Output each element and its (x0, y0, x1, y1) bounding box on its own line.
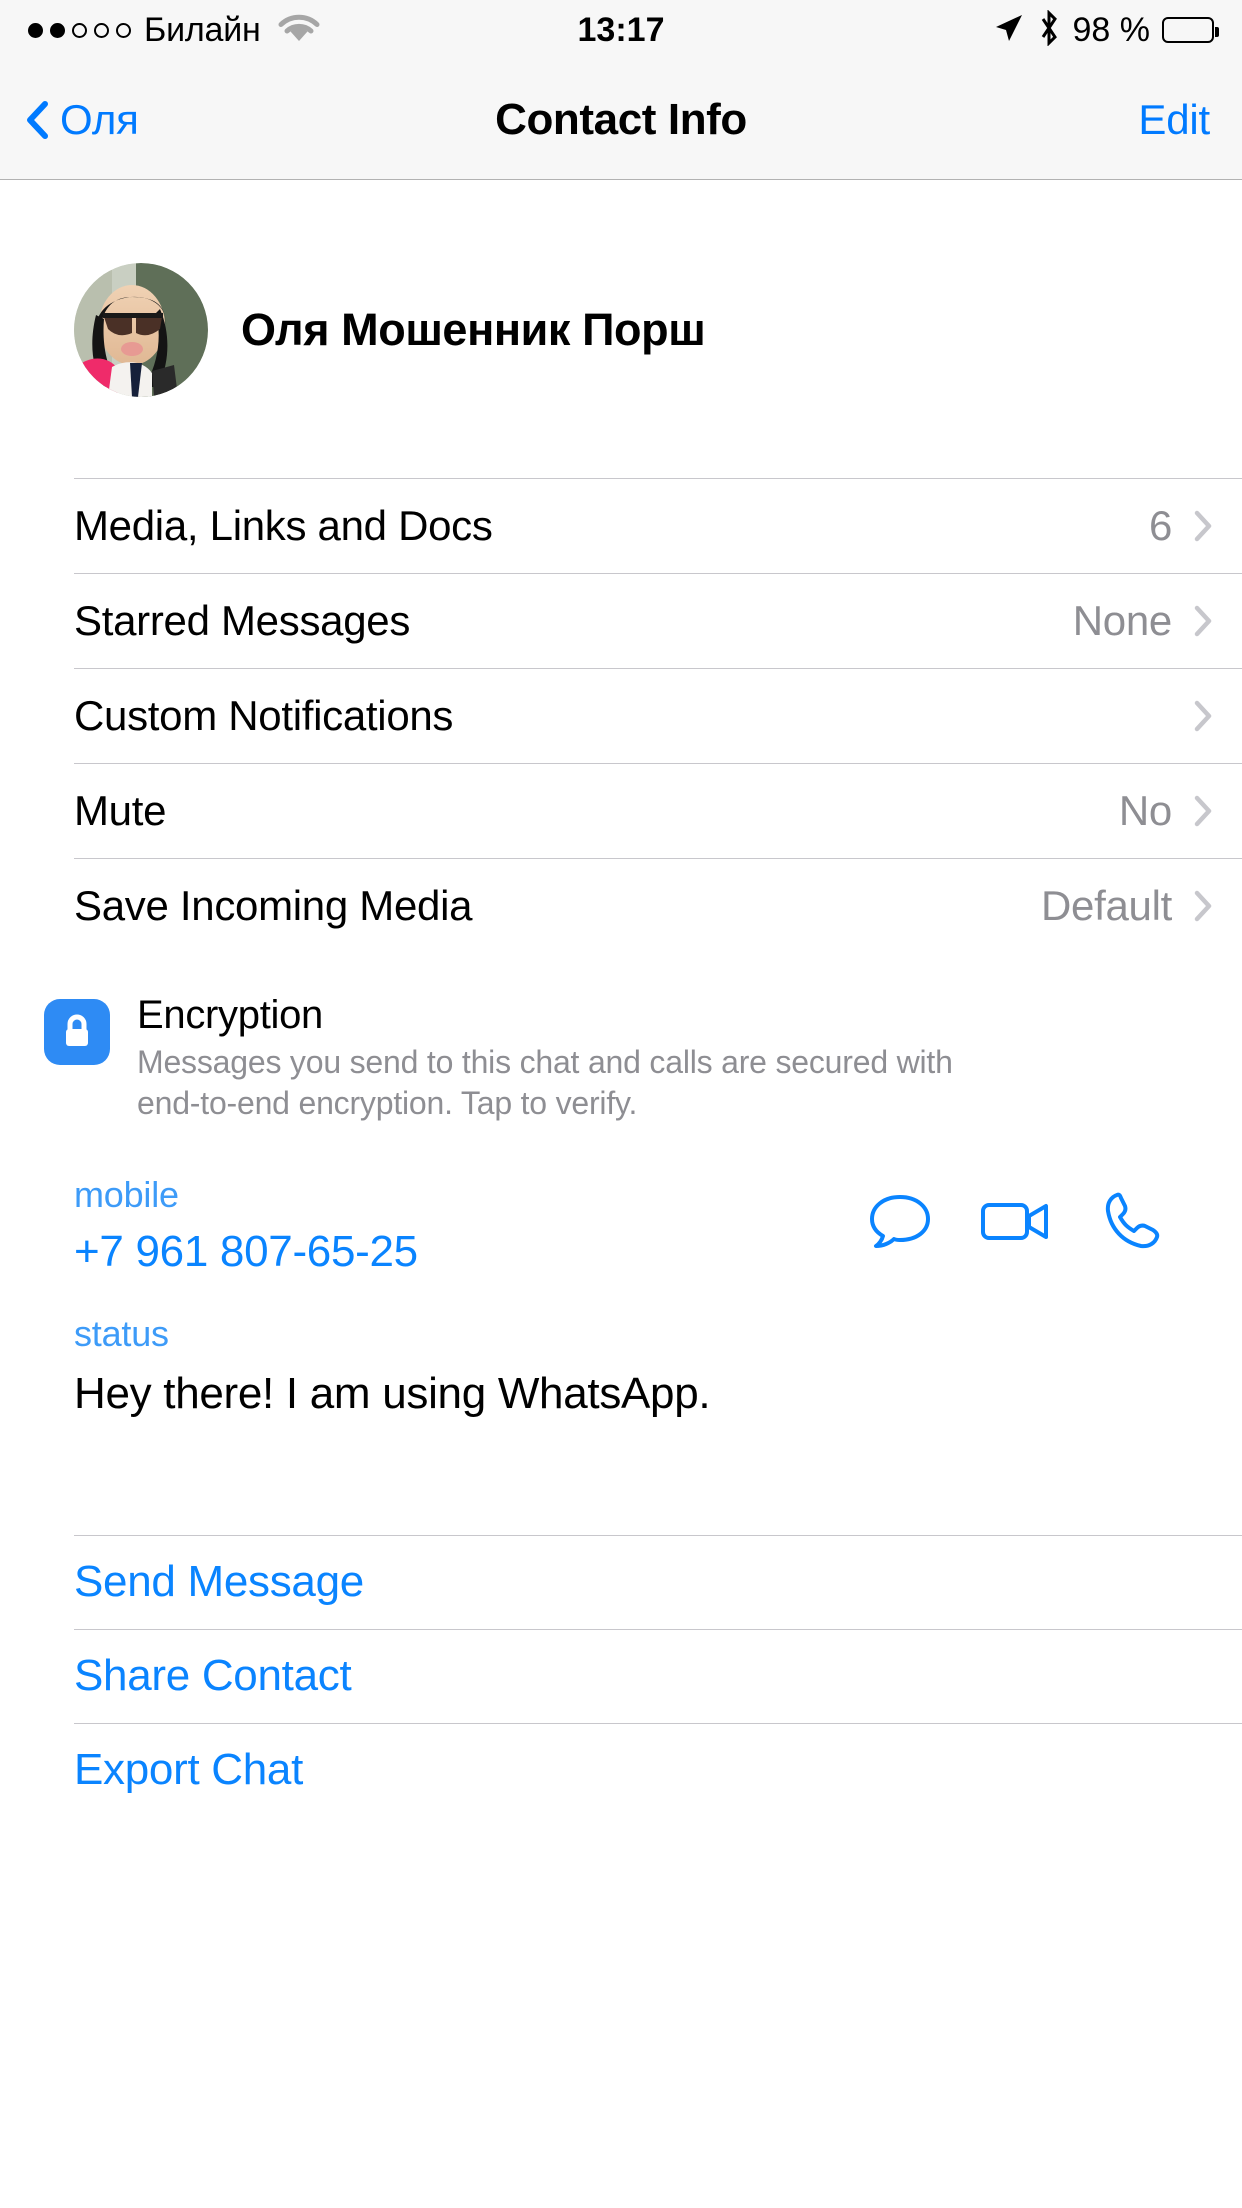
page-title: Contact Info (495, 94, 747, 144)
chevron-right-icon (1194, 510, 1212, 542)
wifi-icon (277, 12, 321, 49)
row-accessory: None (1073, 597, 1212, 645)
phone-number[interactable]: +7 961 807-65-25 (74, 1227, 856, 1277)
message-icon[interactable] (856, 1184, 944, 1258)
row-value: None (1072, 597, 1173, 644)
battery-percent-label: 98 % (1072, 10, 1151, 49)
carrier-label: Билайн (144, 10, 261, 49)
lock-icon (44, 999, 110, 1065)
action-label: Share Contact (74, 1651, 352, 1701)
video-call-icon[interactable] (972, 1184, 1060, 1258)
status-bar-right: 98 % (664, 8, 1219, 51)
spacer (0, 1418, 1242, 1535)
whatsapp-contact-info-screen: Билайн 13:17 98 % Оля Contact Info Edit … (0, 0, 1242, 2208)
phone-actions (856, 1184, 1202, 1258)
contact-name: Оля Мошенник Порш (241, 303, 706, 355)
bluetooth-icon (1037, 8, 1061, 51)
row-accessory: 6 (1149, 502, 1212, 550)
row-label: Starred Messages (74, 597, 411, 644)
row-accessory: No (1119, 787, 1212, 835)
content-area: Оля Мошенник Порш Media, Links and Docs … (0, 181, 1242, 1817)
status-bar: Билайн 13:17 98 % (0, 0, 1242, 60)
chevron-right-icon (1194, 795, 1212, 827)
row-accessory: Default (1041, 882, 1212, 930)
action-label: Export Chat (74, 1745, 304, 1795)
signal-dot-3 (72, 22, 87, 38)
chevron-right-icon (1194, 700, 1212, 732)
status-bar-center: 13:17 (578, 11, 665, 50)
avatar[interactable] (74, 262, 208, 397)
row-label: Media, Links and Docs (74, 502, 493, 549)
status-bar-left: Билайн (28, 11, 578, 50)
encryption-title: Encryption (137, 993, 323, 1037)
row-value: Default (1041, 882, 1172, 929)
row-custom-notifications[interactable]: Custom Notifications (0, 669, 1242, 763)
phone-details: mobile +7 961 807-65-25 (74, 1172, 856, 1277)
navigation-bar: Оля Contact Info Edit (0, 60, 1242, 180)
chevron-right-icon (1194, 890, 1212, 922)
location-arrow-icon (991, 11, 1025, 50)
send-message-button[interactable]: Send Message (0, 1535, 1242, 1629)
row-mute[interactable]: Mute No (0, 764, 1242, 858)
row-save-incoming-media[interactable]: Save Incoming Media Default (0, 859, 1242, 953)
row-starred-messages[interactable]: Starred Messages None (0, 574, 1242, 668)
contact-header[interactable]: Оля Мошенник Порш (0, 181, 1242, 478)
signal-dot-2 (50, 22, 65, 38)
encryption-section[interactable]: Encryption Messages you send to this cha… (0, 953, 1242, 1146)
status-label: status (74, 1312, 169, 1354)
row-label: Custom Notifications (74, 692, 454, 739)
voice-call-icon[interactable] (1088, 1184, 1176, 1258)
status-text: Hey there! I am using WhatsApp. (74, 1368, 711, 1418)
row-value: 6 (1148, 502, 1172, 549)
signal-dot-5 (116, 22, 131, 38)
phone-section: mobile +7 961 807-65-25 (0, 1145, 1242, 1283)
signal-dot-4 (94, 22, 109, 38)
row-value: No (1118, 787, 1172, 834)
signal-dot-1 (28, 22, 43, 38)
chevron-right-icon (1194, 605, 1212, 637)
clock-label: 13:17 (577, 10, 665, 49)
phone-label: mobile (74, 1173, 179, 1215)
row-accessory (1172, 700, 1212, 732)
encryption-description: Messages you send to this chat and calls… (137, 1043, 953, 1121)
row-media-links-docs[interactable]: Media, Links and Docs 6 (0, 479, 1242, 573)
export-chat-button[interactable]: Export Chat (0, 1723, 1242, 1817)
status-section: status Hey there! I am using WhatsApp. (0, 1282, 1242, 1419)
battery-full-icon (1162, 17, 1219, 43)
row-label: Mute (74, 787, 167, 834)
action-label: Send Message (74, 1557, 364, 1607)
signal-strength-dots (28, 22, 131, 38)
encryption-text: Encryption Messages you send to this cha… (137, 993, 967, 1124)
share-contact-button[interactable]: Share Contact (0, 1629, 1242, 1723)
row-label: Save Incoming Media (74, 882, 473, 929)
